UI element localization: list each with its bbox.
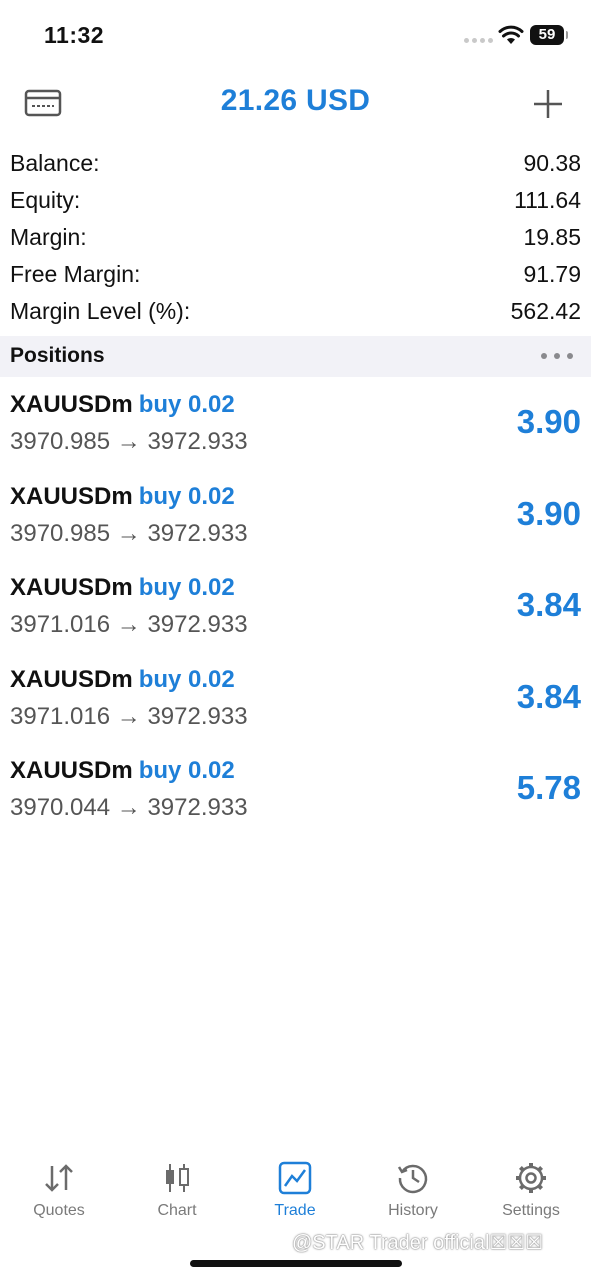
position-side-volume: buy 0.02 — [138, 574, 235, 601]
summary-row-margin-level: Margin Level (%): 562.42 — [0, 294, 591, 331]
tab-label: Chart — [157, 1202, 197, 1219]
cellular-signal-icon — [464, 38, 493, 43]
position-side-volume: buy 0.02 — [138, 391, 235, 418]
position-prices: 3971.016 → 3972.933 — [10, 611, 248, 638]
position-title: XAUUSDm buy 0.02 — [10, 757, 235, 785]
summary-label: Margin: — [10, 224, 87, 250]
position-row[interactable]: XAUUSDm buy 0.02 3970.985 → 3972.933 3.90 — [0, 377, 591, 469]
summary-value: 19.85 — [523, 224, 581, 250]
position-title: XAUUSDm buy 0.02 — [10, 666, 235, 694]
quotes-arrows-icon — [45, 1164, 73, 1192]
position-profit: 3.84 — [516, 586, 581, 623]
position-profit: 3.90 — [516, 403, 581, 440]
tab-label: Quotes — [33, 1202, 85, 1219]
position-side-volume: buy 0.02 — [138, 665, 235, 693]
summary-label: Balance: — [10, 150, 100, 176]
position-side-volume: buy 0.02 — [138, 757, 235, 784]
summary-label: Free Margin: — [10, 261, 141, 287]
summary-label: Margin Level (%): — [10, 298, 191, 324]
tab-settings[interactable]: Settings — [472, 1150, 590, 1220]
position-profit: 3.84 — [516, 677, 581, 715]
position-title: XAUUSDm buy 0.02 — [10, 483, 235, 511]
trade-chart-icon — [278, 1161, 312, 1195]
tab-trade[interactable]: Trade — [236, 1150, 354, 1220]
summary-value: 562.42 — [510, 298, 581, 324]
account-summary: Balance: 90.38 Equity: 111.64 Margin: 19… — [0, 146, 591, 331]
status-time: 11:32 — [44, 22, 105, 48]
position-symbol: XAUUSDm — [10, 757, 133, 784]
summary-value: 111.64 — [514, 187, 581, 213]
summary-row-equity: Equity: 111.64 — [0, 183, 591, 220]
position-symbol: XAUUSDm — [10, 391, 133, 418]
tab-label: Trade — [274, 1202, 316, 1219]
tab-label: Settings — [502, 1202, 560, 1219]
position-symbol: XAUUSDm — [10, 482, 133, 510]
position-title: XAUUSDm buy 0.02 — [10, 574, 235, 602]
add-order-button[interactable] — [532, 88, 564, 120]
position-prices: 3970.985 → 3972.933 — [10, 428, 248, 455]
header-balance-title: 21.26 USD — [220, 84, 371, 117]
position-row[interactable]: XAUUSDm buy 0.02 3970.044 → 3972.933 5.78 — [0, 743, 591, 835]
watermark-text: @STAR Trader official☒☒☒ — [292, 1232, 544, 1254]
status-bar: 11:32 59 — [0, 0, 591, 70]
position-profit: 5.78 — [516, 769, 581, 806]
trade-header: 21.26 USD — [0, 70, 591, 140]
bottom-tab-bar: Quotes Chart Trade History Settings — [0, 1150, 591, 1240]
summary-label: Equity: — [10, 187, 81, 213]
position-row[interactable]: XAUUSDm buy 0.02 3971.016 → 3972.933 3.84 — [0, 560, 591, 652]
gear-icon — [516, 1163, 546, 1193]
position-row[interactable]: XAUUSDm buy 0.02 3970.985 → 3972.933 3.90 — [0, 469, 591, 561]
position-prices: 3970.985 → 3972.933 — [10, 519, 248, 547]
summary-row-margin: Margin: 19.85 — [0, 220, 591, 257]
battery-icon: 59 — [530, 25, 568, 45]
tab-label: History — [388, 1202, 438, 1219]
position-prices: 3971.016 → 3972.933 — [10, 702, 248, 730]
positions-title: Positions — [10, 344, 105, 367]
wifi-icon — [498, 25, 524, 50]
position-row[interactable]: XAUUSDm buy 0.02 3971.016 → 3972.933 3.84 — [0, 652, 591, 744]
position-title: XAUUSDm buy 0.02 — [10, 391, 235, 419]
position-symbol: XAUUSDm — [10, 665, 133, 693]
history-clock-icon — [397, 1164, 428, 1194]
summary-value: 90.38 — [523, 150, 581, 176]
home-indicator[interactable] — [190, 1260, 402, 1267]
summary-row-balance: Balance: 90.38 — [0, 146, 591, 183]
position-side-volume: buy 0.02 — [138, 482, 235, 510]
summary-row-free-margin: Free Margin: 91.79 — [0, 257, 591, 294]
tab-history[interactable]: History — [354, 1150, 472, 1220]
candlestick-chart-icon — [166, 1164, 189, 1192]
tab-quotes[interactable]: Quotes — [0, 1150, 118, 1220]
more-options-icon[interactable] — [541, 353, 573, 359]
position-prices: 3970.044 → 3972.933 — [10, 794, 248, 821]
tab-chart[interactable]: Chart — [118, 1150, 236, 1220]
position-profit: 3.90 — [516, 494, 581, 532]
positions-list: XAUUSDm buy 0.02 3970.985 → 3972.933 3.90… — [0, 377, 591, 835]
position-symbol: XAUUSDm — [10, 574, 133, 601]
positions-section-header: Positions — [0, 336, 591, 377]
summary-value: 91.79 — [523, 261, 581, 287]
